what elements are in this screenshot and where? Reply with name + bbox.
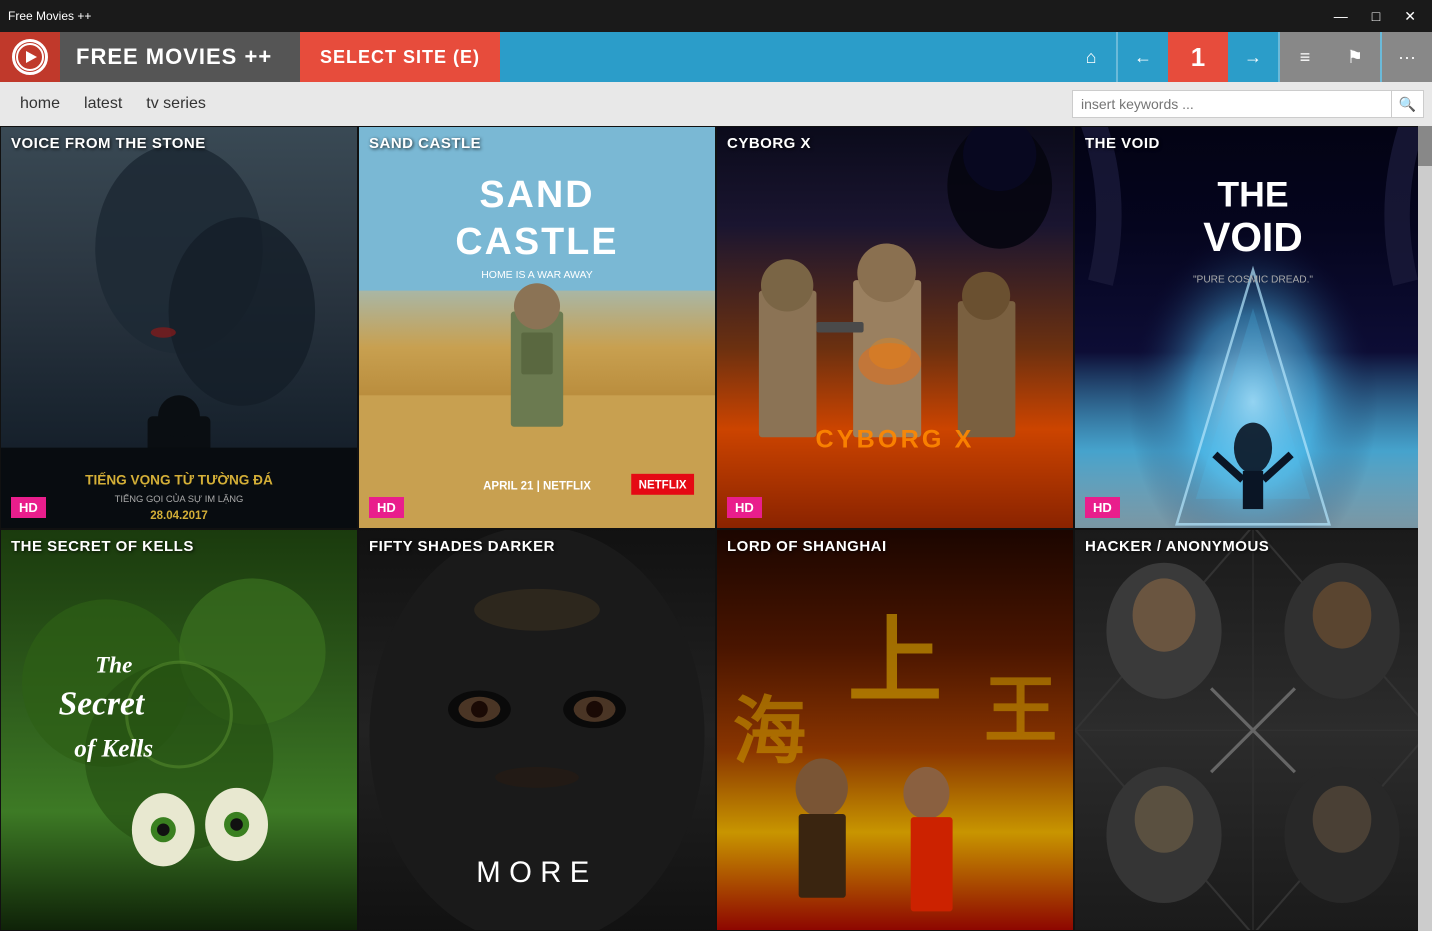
movie-card-voice[interactable]: TIẾNG VỌNG TỪ TƯỜNG ĐÁ TIẾNG GỌI CỦA SỰ … xyxy=(0,126,358,529)
title-bar: Free Movies ++ — □ ✕ xyxy=(0,0,1432,32)
svg-text:TIẾNG GỌI CỦA SỰ IM LẶNG: TIẾNG GỌI CỦA SỰ IM LẶNG xyxy=(115,493,244,504)
hd-badge-sand: HD xyxy=(369,497,404,518)
nav-home[interactable]: home xyxy=(8,87,72,121)
svg-text:APRIL 21 | NETFLIX: APRIL 21 | NETFLIX xyxy=(483,481,591,493)
movie-title-sand: SAND CASTLE xyxy=(359,127,715,160)
svg-text:Secret: Secret xyxy=(59,685,146,722)
movie-card-sand[interactable]: SAND CASTLE HOME IS A WAR AWAY APRIL 21 … xyxy=(358,126,716,529)
forward-button[interactable]: → xyxy=(1228,32,1278,82)
movie-card-hacker[interactable]: HACKER / ANONYMOUS xyxy=(1074,529,1432,931)
movie-card-fifty[interactable]: MORE FIFTY SHADES DARKER xyxy=(358,529,716,931)
more-button[interactable]: ··· xyxy=(1382,32,1432,82)
back-button[interactable]: ← xyxy=(1118,32,1168,82)
minimize-button[interactable]: — xyxy=(1326,4,1356,29)
svg-text:MORE: MORE xyxy=(476,856,597,889)
scrollbar-thumb[interactable] xyxy=(1418,126,1432,166)
window-controls: — □ ✕ xyxy=(1326,4,1424,29)
movie-title-lord: LORD OF SHANGHAI xyxy=(717,530,1073,563)
movie-card-cyborg[interactable]: CYBORG X CYBORG X HD xyxy=(716,126,1074,529)
svg-text:TIẾNG VỌNG TỪ TƯỜNG ĐÁ: TIẾNG VỌNG TỪ TƯỜNG ĐÁ xyxy=(85,472,273,487)
search-button[interactable]: 🔍 xyxy=(1392,90,1424,118)
hd-badge-voice: HD xyxy=(11,497,46,518)
svg-text:海: 海 xyxy=(733,690,806,772)
movie-grid: TIẾNG VỌNG TỪ TƯỜNG ĐÁ TIẾNG GỌI CỦA SỰ … xyxy=(0,126,1432,931)
app-logo xyxy=(0,32,60,82)
app-title: FREE MOVIES ++ xyxy=(60,32,300,82)
search-container: 🔍 xyxy=(1072,90,1424,118)
movie-title-fifty: FIFTY SHADES DARKER xyxy=(359,530,715,563)
svg-text:The: The xyxy=(95,651,132,677)
maximize-button[interactable]: □ xyxy=(1364,4,1388,29)
flag-button[interactable]: ⚑ xyxy=(1330,32,1380,82)
window-title: Free Movies ++ xyxy=(8,9,1326,23)
hd-badge-cyborg: HD xyxy=(727,497,762,518)
svg-text:"PURE COSMIC DREAD.": "PURE COSMIC DREAD." xyxy=(1193,275,1313,286)
nav-tv-series[interactable]: tv series xyxy=(134,87,218,121)
movie-title-hacker: HACKER / ANONYMOUS xyxy=(1075,530,1431,563)
movie-card-void[interactable]: FROM THE ■ WITCH THE VOID "PURE COSMIC D… xyxy=(1074,126,1432,529)
svg-text:CASTLE: CASTLE xyxy=(455,220,618,262)
movie-title-cyborg: CYBORG X xyxy=(717,127,1073,160)
svg-text:VOID: VOID xyxy=(1203,214,1302,260)
hd-badge-void: HD xyxy=(1085,497,1120,518)
svg-text:王: 王 xyxy=(984,669,1057,751)
nav-latest[interactable]: latest xyxy=(72,87,134,121)
close-button[interactable]: ✕ xyxy=(1396,4,1424,29)
svg-text:THE: THE xyxy=(1217,174,1288,214)
select-site-button[interactable]: SELECT SITE (E) xyxy=(300,32,500,82)
browser-toolbar: FREE MOVIES ++ SELECT SITE (E) ⌂ ← 1 → ≡… xyxy=(0,32,1432,82)
movie-card-kells[interactable]: The Secret of Kells THE SECRET OF KELLS xyxy=(0,529,358,931)
nav-bar: home latest tv series 🔍 xyxy=(0,82,1432,126)
movie-card-lord[interactable]: 上 海 王 LORD OF SHANGHAI xyxy=(716,529,1074,931)
svg-text:CYBORG X: CYBORG X xyxy=(815,426,974,454)
svg-text:HOME IS A WAR AWAY: HOME IS A WAR AWAY xyxy=(481,270,593,281)
movie-title-voice: VOICE FROM THE STONE xyxy=(1,127,357,160)
scrollbar-track[interactable] xyxy=(1418,126,1432,931)
home-button[interactable]: ⌂ xyxy=(1066,32,1116,82)
movie-title-void: THE VOID xyxy=(1075,127,1431,160)
svg-text:28.04.2017: 28.04.2017 xyxy=(150,510,208,522)
page-number: 1 xyxy=(1168,32,1228,82)
nav-spacer xyxy=(500,32,1066,82)
movie-title-kells: THE SECRET OF KELLS xyxy=(1,530,357,563)
logo-icon xyxy=(12,39,48,75)
list-button[interactable]: ≡ xyxy=(1280,32,1330,82)
search-input[interactable] xyxy=(1072,90,1392,118)
svg-text:上: 上 xyxy=(848,608,942,713)
svg-text:of Kells: of Kells xyxy=(74,735,153,762)
svg-text:NETFLIX: NETFLIX xyxy=(639,479,687,491)
svg-text:SAND: SAND xyxy=(479,173,594,215)
